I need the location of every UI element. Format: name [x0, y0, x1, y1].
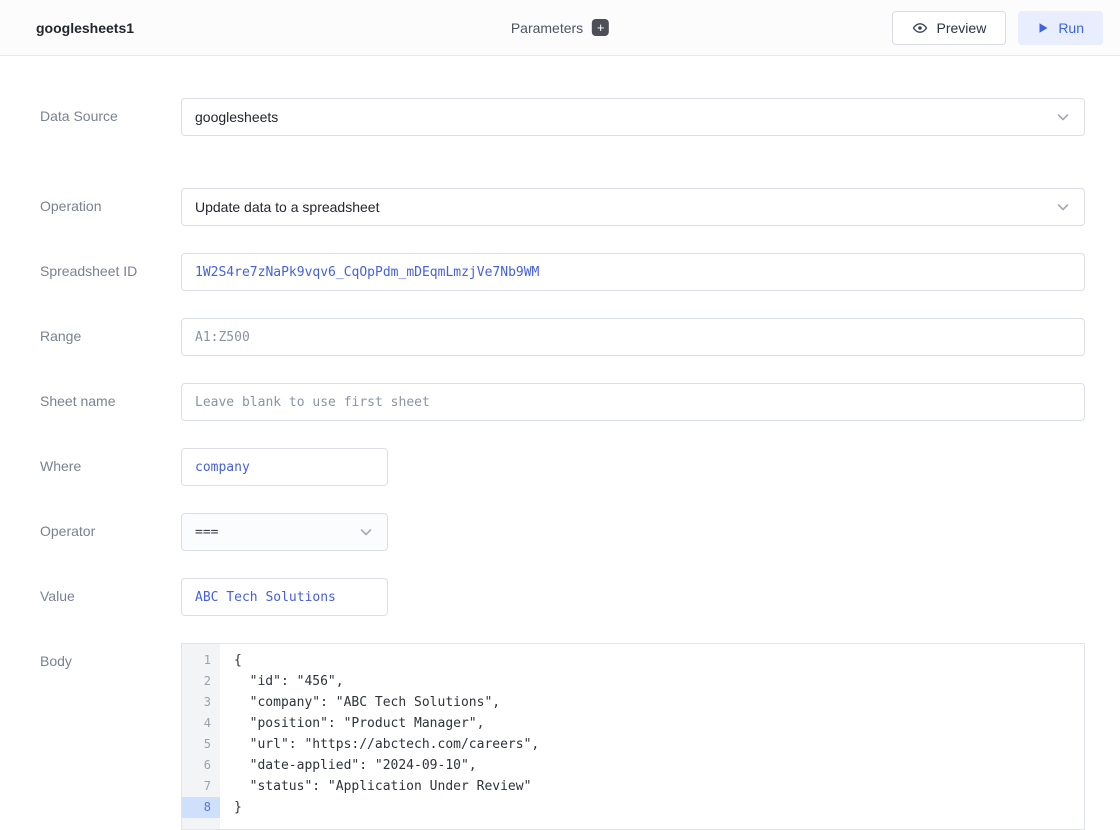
line-number: 5	[182, 734, 220, 755]
field-range: Range	[40, 318, 1085, 356]
field-value: Value	[40, 578, 1085, 616]
code-line: {	[234, 650, 1084, 671]
query-form: Data Source googlesheets Operation Updat…	[0, 56, 1120, 830]
topbar: googlesheets1 Parameters + Preview Run	[0, 0, 1120, 56]
line-number: 8	[182, 797, 220, 818]
operation-label: Operation	[40, 188, 181, 226]
code-line: "url": "https://abctech.com/careers",	[234, 734, 1084, 755]
plus-icon: +	[597, 21, 605, 34]
body-code-editor[interactable]: 1 2 3 4 5 6 7 8 { "id": "456", "company"…	[181, 643, 1085, 830]
code-line: "position": "Product Manager",	[234, 713, 1084, 734]
operation-select[interactable]: Update data to a spreadsheet	[181, 188, 1085, 226]
field-sheet-name: Sheet name	[40, 383, 1085, 421]
line-number: 7	[182, 776, 220, 797]
line-number-gutter: 1 2 3 4 5 6 7 8	[182, 644, 220, 829]
where-label: Where	[40, 448, 181, 486]
operator-select[interactable]: ===	[181, 513, 388, 551]
play-icon	[1037, 22, 1049, 34]
field-spreadsheet-id: Spreadsheet ID	[40, 253, 1085, 291]
operation-value: Update data to a spreadsheet	[195, 199, 379, 215]
chevron-down-icon	[358, 524, 374, 540]
chevron-down-icon	[1055, 109, 1071, 125]
range-label: Range	[40, 318, 181, 356]
value-input[interactable]	[181, 578, 388, 616]
preview-button-label: Preview	[937, 20, 987, 36]
eye-icon	[912, 20, 928, 36]
data-source-value: googlesheets	[195, 109, 278, 125]
field-where: Where	[40, 448, 1085, 486]
code-line: "status": "Application Under Review"	[234, 776, 1084, 797]
data-source-select[interactable]: googlesheets	[181, 98, 1085, 136]
sheet-name-input[interactable]	[181, 383, 1085, 421]
field-operator: Operator ===	[40, 513, 1085, 551]
operator-value: ===	[195, 525, 218, 540]
line-number: 2	[182, 671, 220, 692]
operator-label: Operator	[40, 513, 181, 551]
code-line: "company": "ABC Tech Solutions",	[234, 692, 1084, 713]
spreadsheet-id-input[interactable]	[181, 253, 1085, 291]
code-area[interactable]: { "id": "456", "company": "ABC Tech Solu…	[220, 644, 1084, 829]
chevron-down-icon	[1055, 199, 1071, 215]
code-line: }	[234, 797, 1084, 818]
where-input[interactable]	[181, 448, 388, 486]
line-number: 1	[182, 650, 220, 671]
run-button-label: Run	[1058, 20, 1084, 36]
parameters-label: Parameters	[511, 20, 583, 36]
line-number: 3	[182, 692, 220, 713]
code-line: "date-applied": "2024-09-10",	[234, 755, 1084, 776]
body-label: Body	[40, 643, 181, 830]
range-input[interactable]	[181, 318, 1085, 356]
field-operation: Operation Update data to a spreadsheet	[40, 188, 1085, 226]
data-source-label: Data Source	[40, 98, 181, 136]
code-line: "id": "456",	[234, 671, 1084, 692]
line-number: 6	[182, 755, 220, 776]
preview-button[interactable]: Preview	[892, 11, 1007, 45]
value-label: Value	[40, 578, 181, 616]
field-data-source: Data Source googlesheets	[40, 98, 1085, 136]
run-button[interactable]: Run	[1018, 11, 1103, 45]
query-name: googlesheets1	[36, 20, 134, 36]
field-body: Body 1 2 3 4 5 6 7 8 { "id": "456", "com…	[40, 643, 1085, 830]
add-parameter-button[interactable]: +	[592, 19, 609, 36]
parameters-section: Parameters +	[511, 19, 609, 36]
topbar-actions: Preview Run	[892, 11, 1103, 45]
line-number: 4	[182, 713, 220, 734]
sheet-name-label: Sheet name	[40, 383, 181, 421]
spreadsheet-id-label: Spreadsheet ID	[40, 253, 181, 291]
